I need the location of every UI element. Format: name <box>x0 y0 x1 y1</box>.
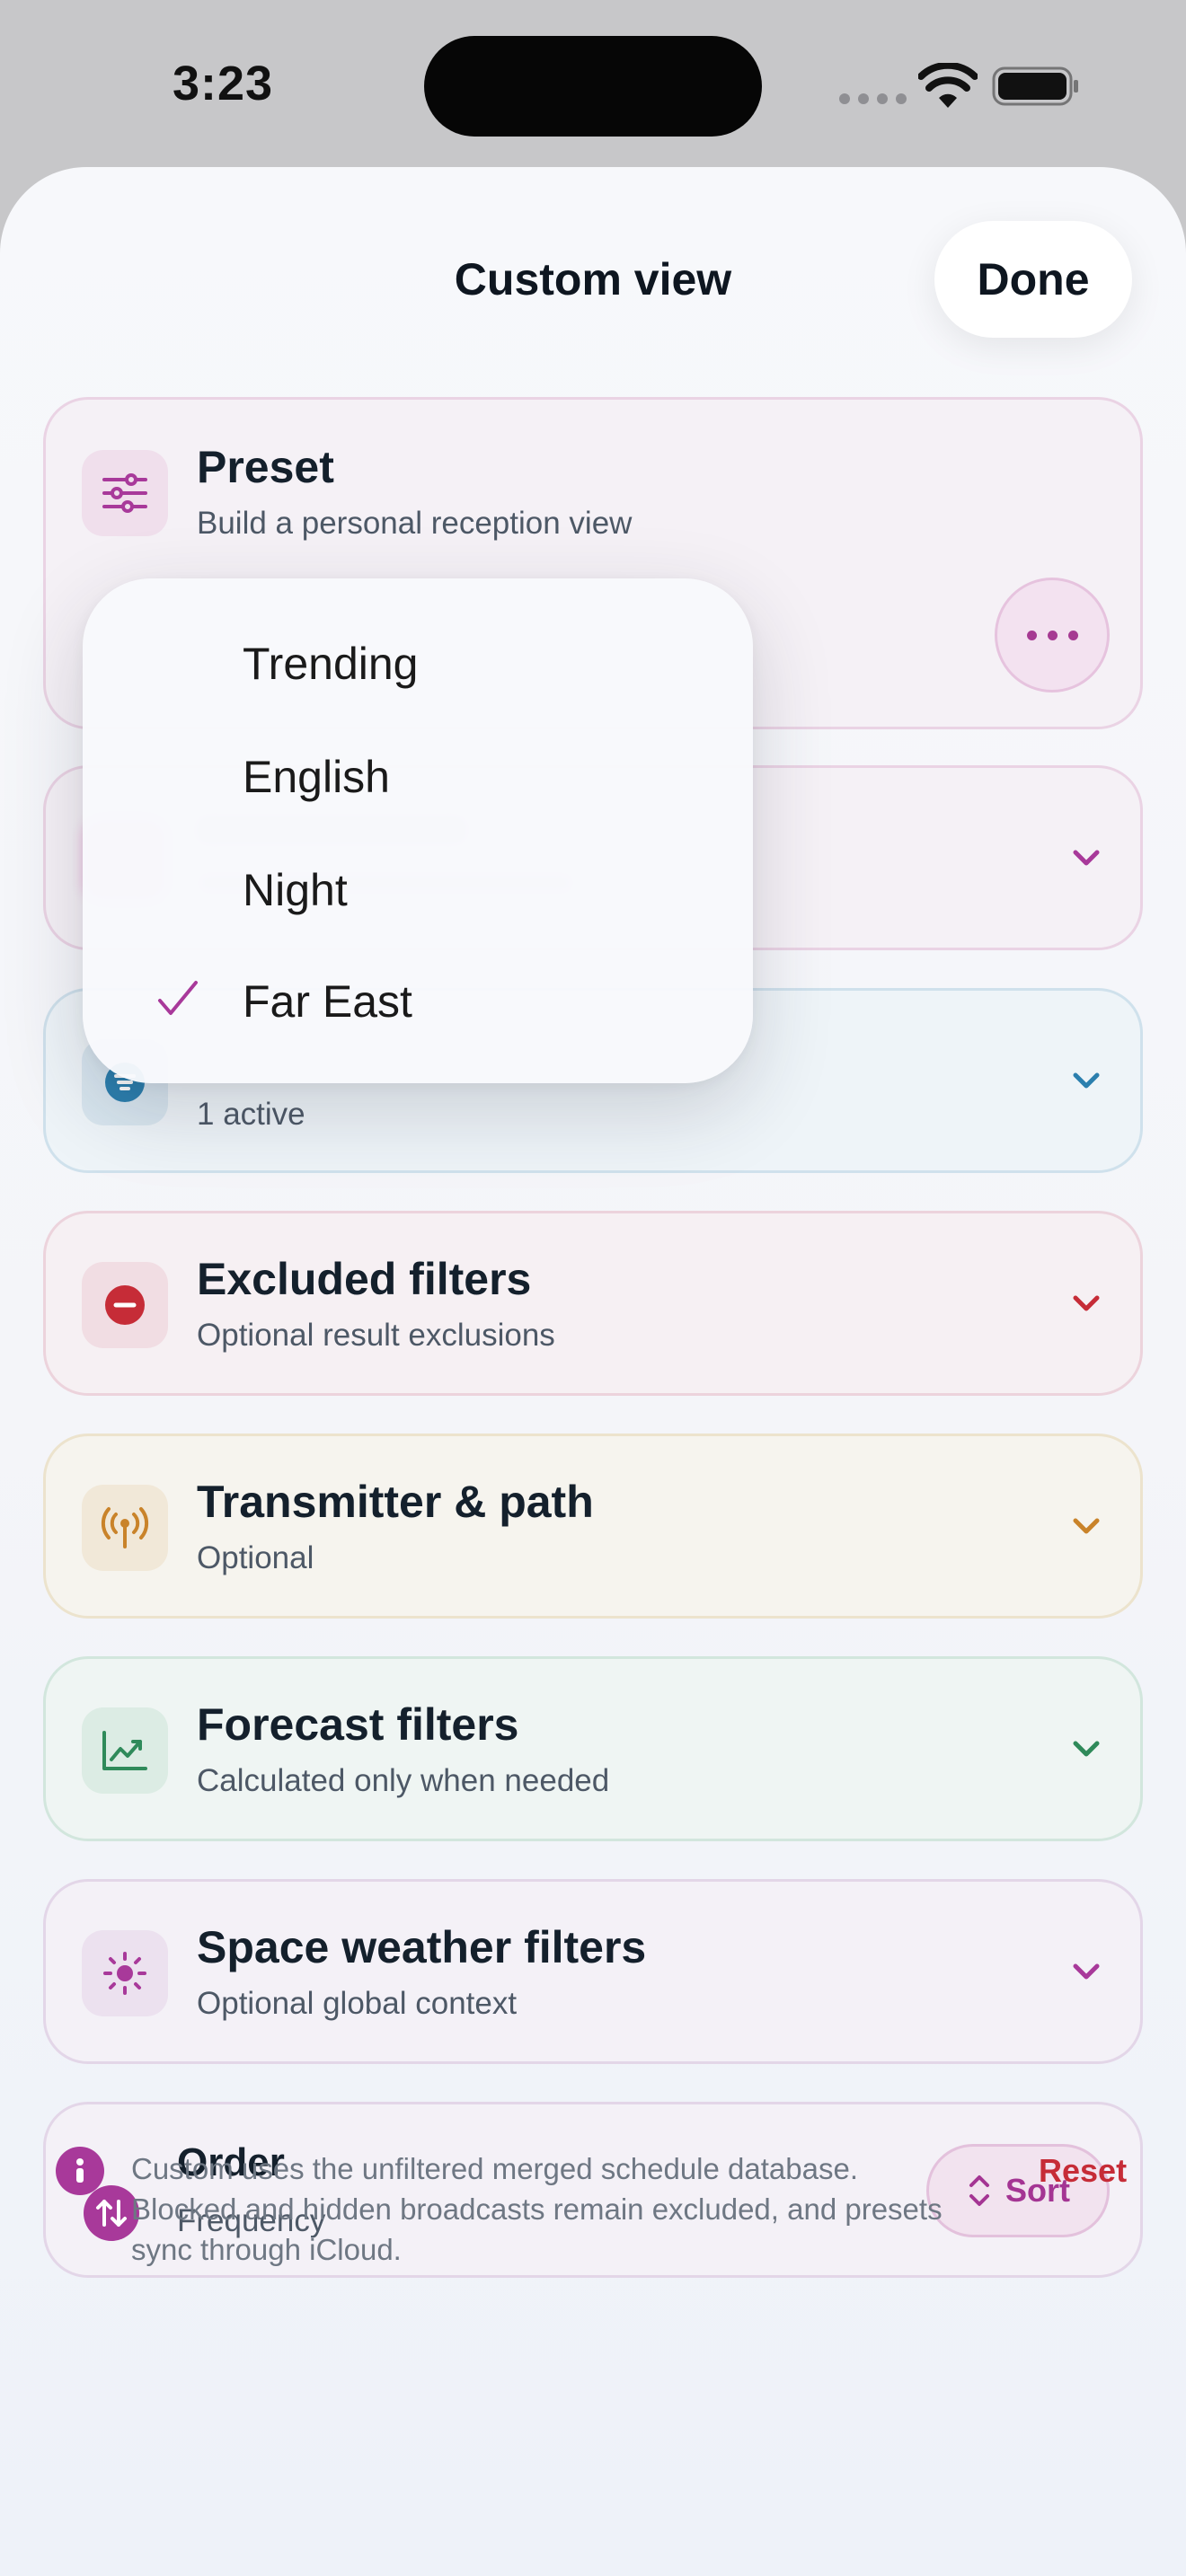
battery-icon <box>992 66 1078 106</box>
transmitter-path-card[interactable]: Transmitter & path Optional <box>43 1434 1143 1619</box>
status-bar: 3:23 <box>0 0 1186 171</box>
minus-circle-icon <box>82 1262 168 1348</box>
excluded-filters-title: Excluded filters <box>197 1254 532 1304</box>
wifi-icon <box>918 63 978 108</box>
info-icon <box>56 2147 104 2195</box>
chevron-down-icon <box>1073 1072 1100 1089</box>
preset-menu: Trending English Night Far East <box>83 578 753 1083</box>
preset-more-button[interactable] <box>995 578 1110 693</box>
transmitter-path-title: Transmitter & path <box>197 1477 594 1527</box>
chevron-down-icon <box>1073 1518 1100 1534</box>
space-weather-filters-card[interactable]: Space weather filters Optional global co… <box>43 1879 1143 2064</box>
preset-menu-item-label: Trending <box>243 639 419 689</box>
antenna-icon <box>82 1485 168 1571</box>
chart-up-icon <box>82 1707 168 1794</box>
ellipsis-icon <box>1026 630 1037 640</box>
preset-subtitle: Build a personal reception view <box>197 506 633 541</box>
sun-icon <box>82 1930 168 2016</box>
forecast-filters-subtitle: Calculated only when needed <box>197 1763 610 1798</box>
checkmark-icon <box>158 981 198 1015</box>
space-weather-filters-title: Space weather filters <box>197 1922 647 1972</box>
included-filters-subtitle: 1 active <box>197 1097 305 1132</box>
cellular-signal-icon <box>839 93 907 104</box>
forecast-filters-title: Forecast filters <box>197 1699 519 1750</box>
sliders-icon <box>82 450 168 536</box>
done-button[interactable]: Done <box>934 221 1132 338</box>
preset-menu-item-label: English <box>243 752 390 802</box>
reset-button[interactable]: Reset <box>1039 2152 1127 2190</box>
chevron-up-down-icon <box>969 2175 989 2206</box>
status-time: 3:23 <box>173 57 274 110</box>
footer-info-text: Custom uses the unfiltered merged schedu… <box>131 2152 943 2266</box>
preset-menu-item[interactable]: Trending <box>83 611 753 719</box>
preset-menu-item-label: Night <box>243 865 348 915</box>
forecast-filters-card[interactable]: Forecast filters Calculated only when ne… <box>43 1656 1143 1841</box>
chevron-down-icon <box>1073 1963 1100 1980</box>
chevron-down-icon <box>1073 1741 1100 1757</box>
preset-menu-item[interactable]: Night <box>83 837 753 945</box>
space-weather-filters-subtitle: Optional global context <box>197 1986 518 2021</box>
preset-menu-item-label: Far East <box>243 976 412 1027</box>
chevron-down-icon <box>1073 1295 1100 1311</box>
preset-title: Preset <box>197 442 334 492</box>
preset-menu-item-selected[interactable]: Far East <box>83 948 753 1056</box>
preset-menu-item[interactable]: English <box>83 724 753 832</box>
chevron-down-icon <box>1073 850 1100 866</box>
transmitter-path-subtitle: Optional <box>197 1540 314 1575</box>
excluded-filters-card[interactable]: Excluded filters Optional result exclusi… <box>43 1211 1143 1396</box>
dynamic-island <box>424 36 762 137</box>
excluded-filters-subtitle: Optional result exclusions <box>197 1318 555 1353</box>
